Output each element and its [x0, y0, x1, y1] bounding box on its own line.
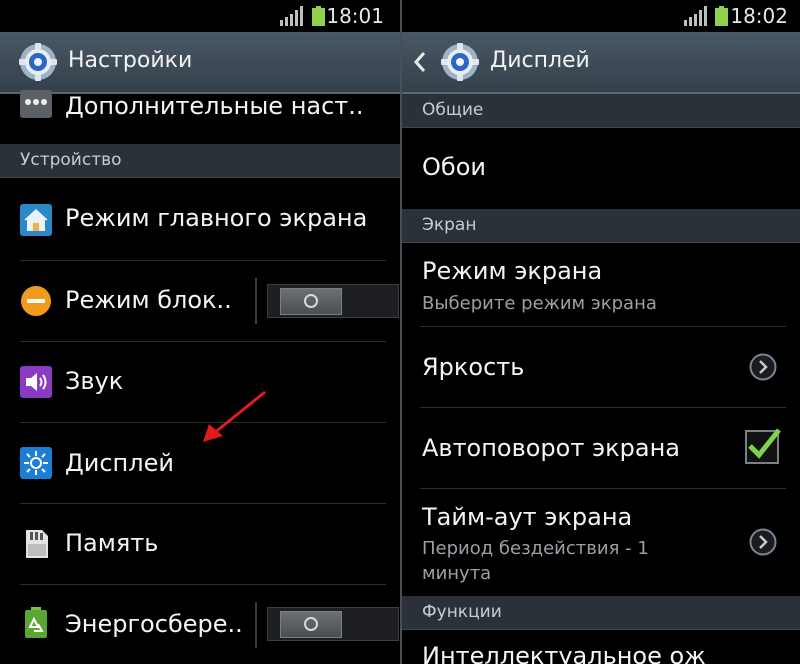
- section-header-general: Общие: [402, 94, 800, 128]
- more-dots-icon: [20, 90, 52, 118]
- divider: [255, 602, 257, 648]
- section-header-screen: Экран: [402, 209, 800, 243]
- checkmark-icon: [748, 428, 781, 459]
- screen-mode-summary: Выберите режим экрана: [422, 293, 657, 314]
- list-item-additional-settings[interactable]: Дополнительные наст..: [0, 90, 400, 144]
- list-item-brightness[interactable]: Яркость: [402, 327, 800, 407]
- annotation-arrow: [203, 390, 266, 442]
- blocking-mode-icon: [21, 286, 51, 316]
- battery-icon: [312, 6, 325, 26]
- settings-screen: 18:01 Настройки Дополнительные наст.. Ус…: [0, 0, 400, 664]
- page-title: Настройки: [68, 48, 193, 73]
- sound-label: Звук: [65, 367, 124, 395]
- toggle-knob: [280, 611, 342, 638]
- home-icon: [20, 204, 52, 236]
- list-item-wallpaper[interactable]: Обои: [402, 128, 800, 208]
- action-bar: Дисплей: [402, 32, 800, 94]
- settings-gear-icon[interactable]: [18, 42, 58, 82]
- auto-rotate-label: Автоповорот экрана: [422, 434, 680, 462]
- blocking-mode-label: Режим блок..: [65, 286, 232, 314]
- wallpaper-label: Обои: [422, 153, 486, 181]
- divider: [255, 278, 257, 324]
- screen-timeout-label: Тайм-аут экрана: [422, 503, 633, 531]
- list-item-storage[interactable]: Память: [0, 504, 400, 584]
- section-header-label: Экран: [422, 215, 477, 235]
- toggle-knob: [280, 288, 342, 315]
- chevron-right-icon[interactable]: [749, 528, 777, 556]
- section-header-label: Функции: [422, 602, 502, 622]
- settings-gear-icon[interactable]: [440, 42, 480, 82]
- list-item-smart-stay[interactable]: Интеллектуальное ож: [402, 630, 800, 664]
- power-saving-label: Энергосбере..: [65, 610, 243, 638]
- status-time: 18:02: [730, 4, 788, 28]
- page-title: Дисплей: [490, 48, 590, 73]
- list-item-power-saving[interactable]: Энергосбере..: [0, 585, 400, 664]
- storage-card-icon: [26, 530, 48, 558]
- screen-timeout-summary-line1: Период бездействия - 1: [422, 538, 649, 559]
- blocking-mode-toggle[interactable]: [267, 284, 399, 318]
- section-header-label: Устройство: [20, 150, 122, 170]
- display-brightness-icon: [20, 447, 52, 479]
- signal-icon: [280, 6, 303, 26]
- display-settings-screen: 18:02 Дисплей Общие Обои Экран Режим экр…: [402, 0, 800, 664]
- battery-recycle-icon: [25, 607, 47, 638]
- list-item-auto-rotate[interactable]: Автоповорот экрана: [402, 408, 800, 488]
- sound-icon: [20, 366, 52, 398]
- auto-rotate-checkbox[interactable]: [745, 428, 781, 464]
- signal-icon: [684, 6, 707, 26]
- display-label: Дисплей: [65, 449, 174, 477]
- list-item-screen-timeout[interactable]: Тайм-аут экрана Период бездействия - 1 м…: [402, 489, 800, 595]
- screen-timeout-summary-line2: минута: [422, 563, 492, 584]
- section-header-device: Устройство: [0, 144, 400, 178]
- status-time: 18:01: [326, 4, 384, 28]
- section-header-functions: Функции: [402, 596, 800, 630]
- list-item-screen-mode[interactable]: Режим экрана Выберите режим экрана: [402, 243, 800, 326]
- battery-icon: [715, 6, 728, 26]
- status-bar: 18:02: [402, 0, 800, 32]
- additional-settings-label: Дополнительные наст..: [65, 92, 364, 120]
- screen-mode-label: Режим экрана: [422, 257, 603, 285]
- smart-stay-label: Интеллектуальное ож: [422, 642, 706, 664]
- action-bar: Настройки: [0, 32, 400, 94]
- list-item-home-screen-mode[interactable]: Режим главного экрана: [0, 178, 400, 260]
- back-chevron-icon[interactable]: [412, 50, 428, 74]
- chevron-right-icon[interactable]: [749, 353, 777, 381]
- list-item-blocking-mode[interactable]: Режим блок..: [0, 261, 400, 341]
- status-bar: 18:01: [0, 0, 400, 32]
- section-header-label: Общие: [422, 100, 484, 120]
- power-saving-toggle[interactable]: [267, 607, 399, 641]
- home-screen-mode-label: Режим главного экрана: [65, 204, 368, 232]
- storage-label: Память: [65, 529, 159, 557]
- brightness-label: Яркость: [422, 353, 525, 381]
